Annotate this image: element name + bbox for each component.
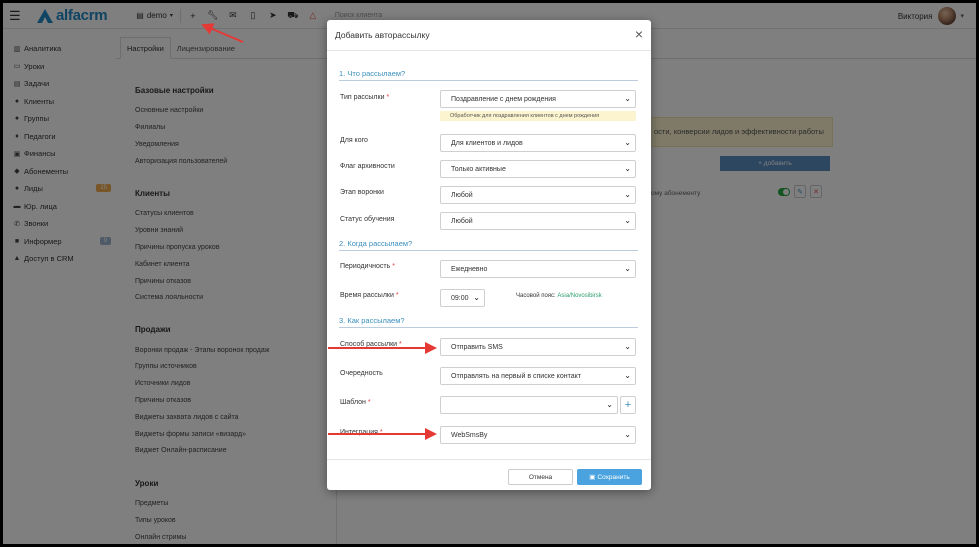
app-window: ☰ alfacrm ▤ demo ▾ + 🔧︎ ✉ ▯ ➤ ⛟ △ Поиск … — [3, 3, 976, 544]
annotation-arrows — [201, 23, 437, 440]
arrow-to-wrench-icon — [201, 23, 244, 43]
